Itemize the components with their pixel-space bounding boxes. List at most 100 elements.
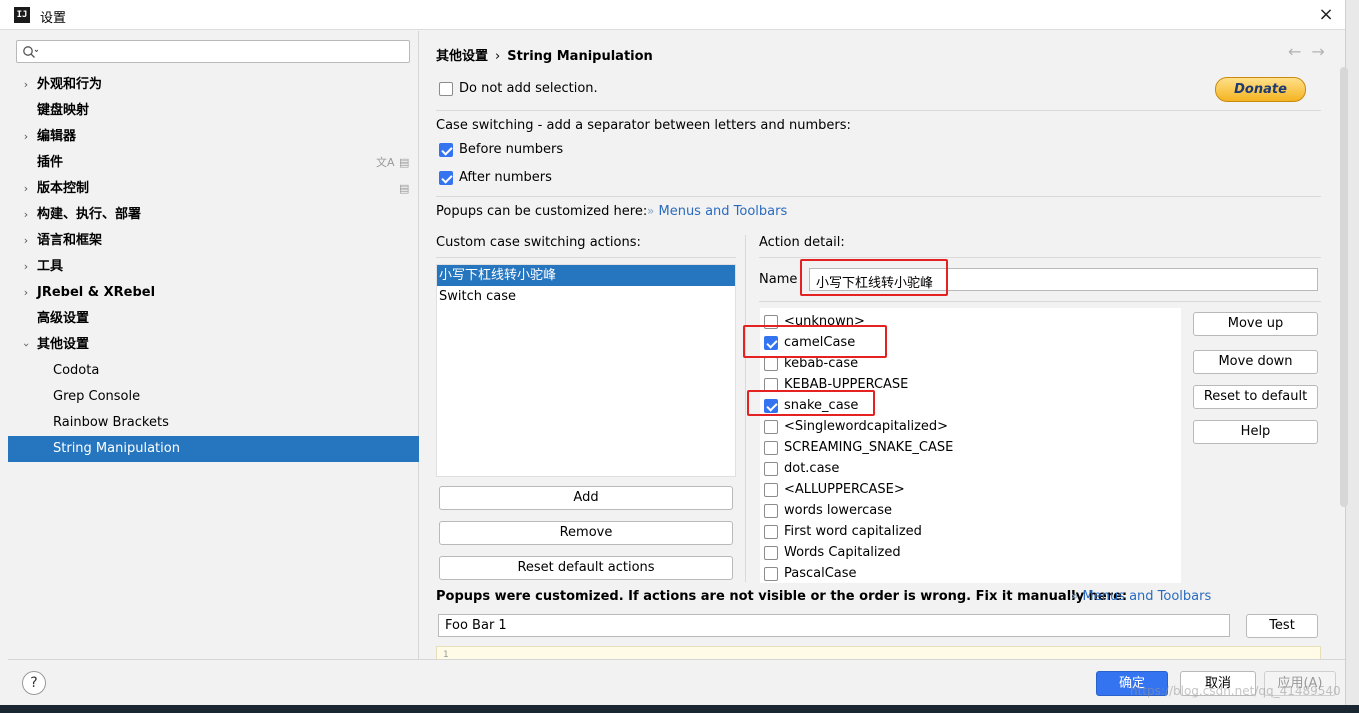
- case-styles-list: <unknown> camelCase kebab-case KEBAB-UPP…: [760, 308, 1181, 583]
- style-checkbox[interactable]: [764, 378, 778, 392]
- settings-tree: › 外观和行为 键盘映射 › 编辑器 插件 文A ▤ › 版本控制 ▤ › 构建…: [8, 72, 419, 462]
- style-row-kebab-uppercase[interactable]: KEBAB-UPPERCASE: [760, 375, 1181, 396]
- sidebar-item-jrebel[interactable]: › JRebel & XRebel: [8, 280, 419, 306]
- style-checkbox[interactable]: [764, 336, 778, 350]
- before-numbers-checkbox[interactable]: [439, 143, 453, 157]
- double-chevron-icon: »: [647, 204, 655, 218]
- style-checkbox[interactable]: [764, 420, 778, 434]
- settings-search[interactable]: [16, 40, 410, 63]
- style-row-words-capitalized[interactable]: Words Capitalized: [760, 543, 1181, 564]
- project-settings-icon: ▤: [399, 182, 410, 195]
- style-row-dot-case[interactable]: dot.case: [760, 459, 1181, 480]
- help-button[interactable]: Help: [1193, 420, 1318, 444]
- style-checkbox[interactable]: [764, 567, 778, 581]
- style-row-singleword[interactable]: <Singlewordcapitalized>: [760, 417, 1181, 438]
- donate-button[interactable]: Donate: [1215, 77, 1306, 102]
- chevron-right-icon[interactable]: ›: [20, 254, 32, 280]
- breadcrumb-current: String Manipulation: [507, 49, 653, 64]
- test-result-area: 1: [436, 646, 1321, 660]
- style-row-pascalcase[interactable]: PascalCase: [760, 564, 1181, 585]
- action-detail-header: Action detail:: [759, 235, 845, 250]
- style-row-alluppercase[interactable]: <ALLUPPERCASE>: [760, 480, 1181, 501]
- menus-toolbars-link[interactable]: » Menus and Toolbars: [647, 204, 787, 219]
- close-icon[interactable]: ×: [1314, 3, 1338, 27]
- style-row-first-word-capitalized[interactable]: First word capitalized: [760, 522, 1181, 543]
- list-item[interactable]: 小写下杠线转小驼峰: [437, 265, 735, 286]
- back-arrow-icon[interactable]: ←: [1288, 42, 1311, 61]
- style-checkbox[interactable]: [764, 357, 778, 371]
- list-item[interactable]: Switch case: [437, 286, 735, 307]
- divider: [436, 257, 736, 258]
- sidebar-item-advanced[interactable]: 高级设置: [8, 306, 419, 332]
- chevron-right-icon[interactable]: ›: [20, 176, 32, 202]
- chevron-right-icon[interactable]: ›: [20, 228, 32, 254]
- chevron-right-icon[interactable]: ›: [20, 202, 32, 228]
- chevron-right-icon[interactable]: ›: [20, 124, 32, 150]
- name-label: Name: [759, 272, 798, 287]
- style-checkbox[interactable]: [764, 546, 778, 560]
- forward-arrow-icon[interactable]: →: [1311, 42, 1334, 61]
- custom-actions-list[interactable]: 小写下杠线转小驼峰 Switch case: [436, 264, 736, 477]
- notice-menus-toolbars-link[interactable]: » Menus and Toolbars: [1071, 589, 1211, 604]
- style-row-snake-case[interactable]: snake_case: [760, 396, 1181, 417]
- style-checkbox[interactable]: [764, 462, 778, 476]
- style-row-camelcase[interactable]: camelCase: [760, 333, 1181, 354]
- search-input[interactable]: [43, 43, 403, 60]
- chevron-right-icon[interactable]: ›: [20, 72, 32, 98]
- divider: [759, 301, 1321, 302]
- style-checkbox[interactable]: [764, 525, 778, 539]
- style-checkbox[interactable]: [764, 483, 778, 497]
- chevron-down-icon[interactable]: ›: [13, 339, 39, 351]
- no-selection-label: Do not add selection.: [459, 81, 598, 96]
- add-action-button[interactable]: Add: [439, 486, 733, 510]
- title-bar: IJ 设置 ×: [0, 0, 1345, 30]
- sidebar-item-tools[interactable]: › 工具: [8, 254, 419, 280]
- style-checkbox[interactable]: [764, 399, 778, 413]
- style-row-kebab-case[interactable]: kebab-case: [760, 354, 1181, 375]
- customized-notice: Popups were customized. If actions are n…: [436, 589, 1128, 604]
- sidebar-item-string-manipulation[interactable]: String Manipulation: [8, 436, 419, 462]
- style-row-screaming-snake[interactable]: SCREAMING_SNAKE_CASE: [760, 438, 1181, 459]
- remove-action-button[interactable]: Remove: [439, 521, 733, 545]
- chevron-right-icon[interactable]: ›: [20, 280, 32, 306]
- sidebar-item-vcs[interactable]: › 版本控制 ▤: [8, 176, 419, 202]
- after-numbers-checkbox[interactable]: [439, 171, 453, 185]
- app-logo-icon: IJ: [14, 7, 30, 23]
- content-scrollbar[interactable]: [1340, 67, 1348, 507]
- watermark: https://blog.csdn.net/qq_41489540: [1130, 684, 1341, 698]
- search-icon: [23, 46, 38, 58]
- style-row-words-lowercase[interactable]: words lowercase: [760, 501, 1181, 522]
- reset-to-default-button[interactable]: Reset to default: [1193, 385, 1318, 409]
- breadcrumb-parent[interactable]: 其他设置: [436, 49, 488, 64]
- move-down-button[interactable]: Move down: [1193, 350, 1318, 374]
- action-name-input[interactable]: 小写下杠线转小驼峰: [809, 268, 1318, 291]
- sidebar-item-appearance[interactable]: › 外观和行为: [8, 72, 419, 98]
- sidebar-item-languages[interactable]: › 语言和框架: [8, 228, 419, 254]
- style-row-unknown[interactable]: <unknown>: [760, 312, 1181, 333]
- sidebar-item-plugins[interactable]: 插件 文A ▤: [8, 150, 419, 176]
- panel-divider: [745, 235, 746, 582]
- breadcrumb: 其他设置 › String Manipulation: [436, 45, 653, 64]
- sidebar-item-rainbow-brackets[interactable]: Rainbow Brackets: [8, 410, 419, 436]
- custom-actions-header: Custom case switching actions:: [436, 235, 641, 250]
- no-selection-checkbox[interactable]: [439, 82, 453, 96]
- move-up-button[interactable]: Move up: [1193, 312, 1318, 336]
- style-checkbox[interactable]: [764, 504, 778, 518]
- reset-actions-button[interactable]: Reset default actions: [439, 556, 733, 580]
- test-input[interactable]: Foo Bar 1: [438, 614, 1230, 637]
- case-switching-label: Case switching - add a separator between…: [436, 118, 851, 133]
- popups-label: Popups can be customized here:: [436, 204, 648, 219]
- help-icon[interactable]: ?: [22, 671, 46, 695]
- settings-sidebar: › 外观和行为 键盘映射 › 编辑器 插件 文A ▤ › 版本控制 ▤ › 构建…: [8, 31, 419, 659]
- test-button[interactable]: Test: [1246, 614, 1318, 638]
- sidebar-item-keymap[interactable]: 键盘映射: [8, 98, 419, 124]
- history-navigation: ←→: [1288, 42, 1335, 61]
- divider: [436, 110, 1321, 111]
- sidebar-item-build[interactable]: › 构建、执行、部署: [8, 202, 419, 228]
- sidebar-item-editor[interactable]: › 编辑器: [8, 124, 419, 150]
- sidebar-item-grep-console[interactable]: Grep Console: [8, 384, 419, 410]
- style-checkbox[interactable]: [764, 315, 778, 329]
- style-checkbox[interactable]: [764, 441, 778, 455]
- sidebar-item-other-settings[interactable]: › 其他设置: [8, 332, 419, 358]
- sidebar-item-codota[interactable]: Codota: [8, 358, 419, 384]
